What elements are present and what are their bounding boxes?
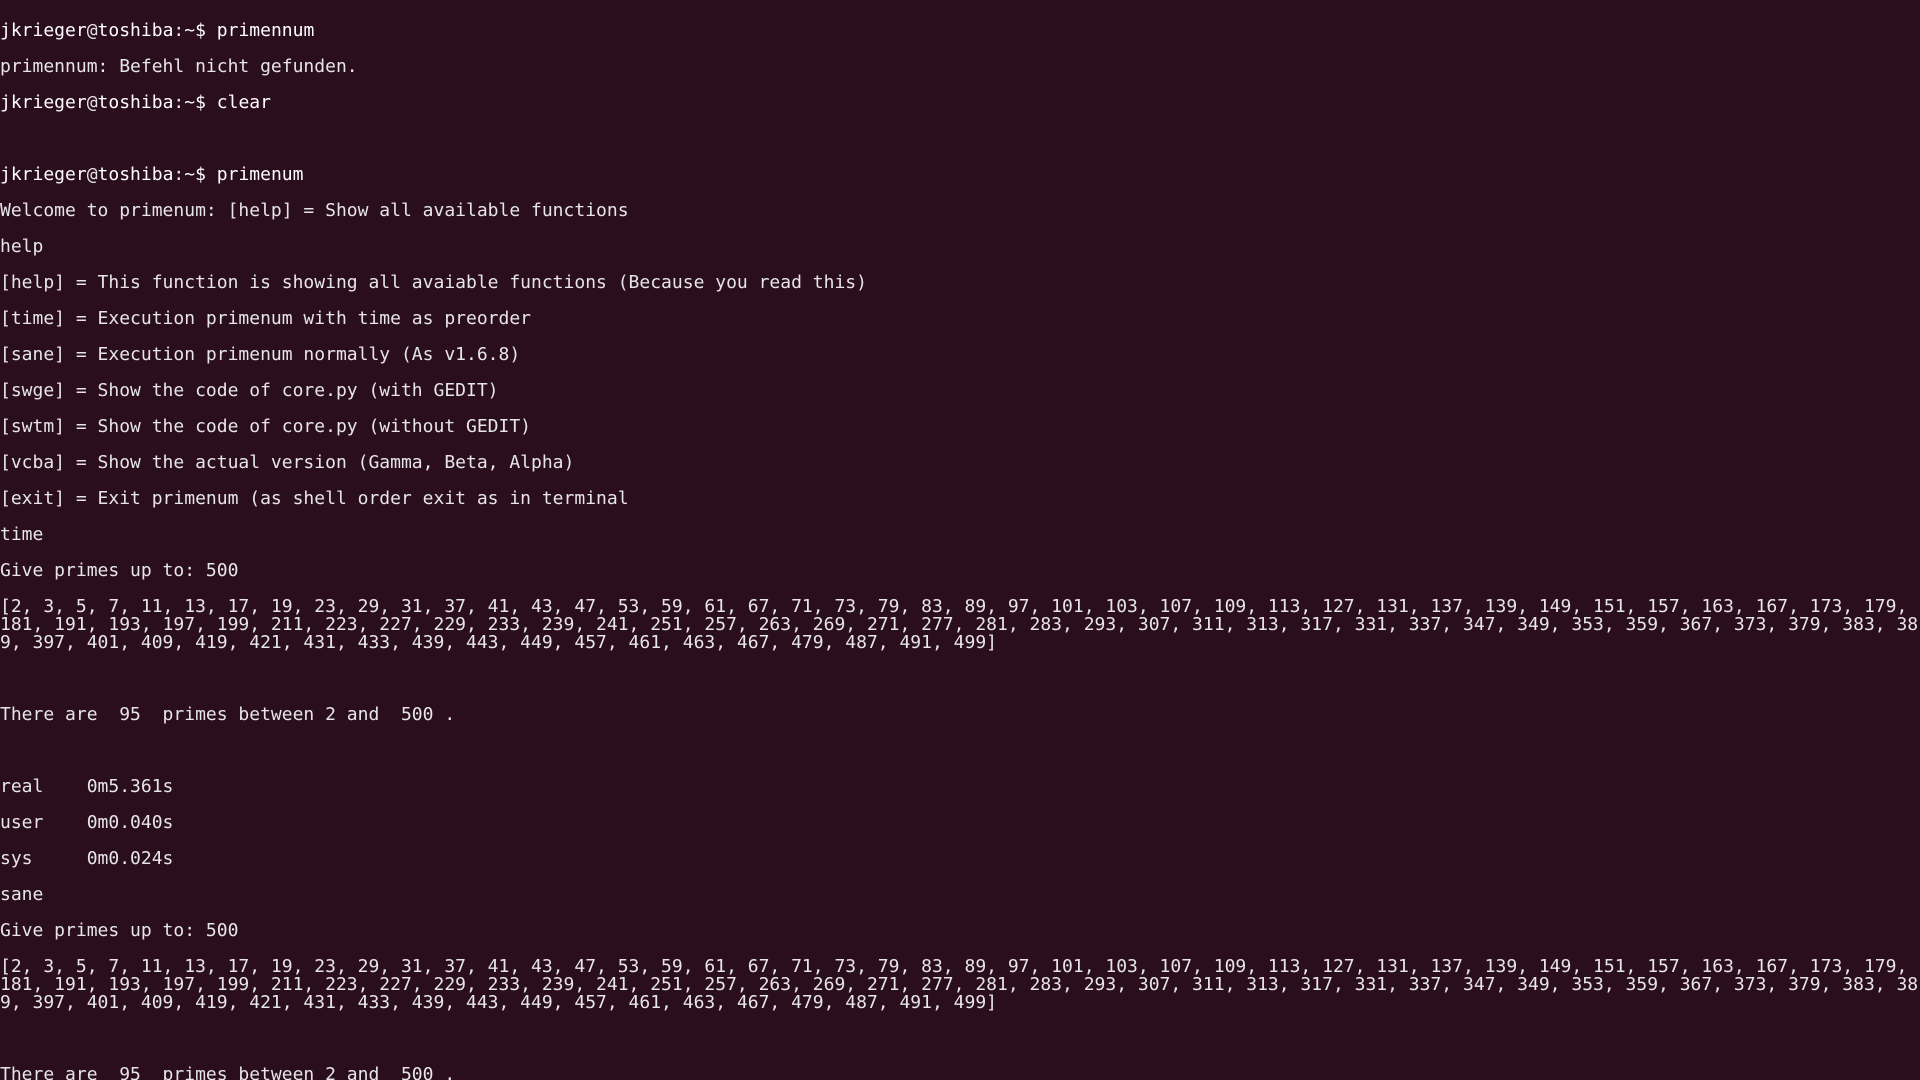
give-primes-prompt-2: Give primes up to: 500 bbox=[0, 922, 1920, 940]
primes-count-2: There are 95 primes between 2 and 500 . bbox=[0, 1066, 1920, 1080]
output-error-1: primennum: Befehl nicht gefunden. bbox=[0, 58, 1920, 76]
help-line-exit: [exit] = Exit primenum (as shell order e… bbox=[0, 490, 1920, 508]
help-line-sane: [sane] = Execution primenum normally (As… bbox=[0, 346, 1920, 364]
prompt-path: ~ bbox=[184, 20, 195, 41]
prompt-user: jkrieger bbox=[0, 20, 87, 41]
blank-line bbox=[0, 1030, 1920, 1048]
typed-command-3: primenum bbox=[217, 164, 304, 185]
timing-user: user 0m0.040s bbox=[0, 814, 1920, 832]
user-input-help: help bbox=[0, 238, 1920, 256]
prompt-line-2: jkrieger@toshiba:~$ clear bbox=[0, 94, 1920, 112]
output-welcome: Welcome to primenum: [help] = Show all a… bbox=[0, 202, 1920, 220]
typed-command-2: clear bbox=[217, 92, 271, 113]
user-input-sane: sane bbox=[0, 886, 1920, 904]
prompt-symbol: $ bbox=[195, 164, 206, 185]
prompt-line-3: jkrieger@toshiba:~$ primenum bbox=[0, 166, 1920, 184]
prompt-host: toshiba bbox=[98, 20, 174, 41]
blank-line bbox=[0, 742, 1920, 760]
prompt-symbol: $ bbox=[195, 92, 206, 113]
timing-sys: sys 0m0.024s bbox=[0, 850, 1920, 868]
help-line-swge: [swge] = Show the code of core.py (with … bbox=[0, 382, 1920, 400]
prompt-path: ~ bbox=[184, 164, 195, 185]
give-primes-prompt-1: Give primes up to: 500 bbox=[0, 562, 1920, 580]
help-line-help: [help] = This function is showing all av… bbox=[0, 274, 1920, 292]
prompt-host: toshiba bbox=[98, 92, 174, 113]
prompt-symbol: $ bbox=[195, 20, 206, 41]
primes-count-1: There are 95 primes between 2 and 500 . bbox=[0, 706, 1920, 724]
typed-command-1: primennum bbox=[217, 20, 315, 41]
help-line-vcba: [vcba] = Show the actual version (Gamma,… bbox=[0, 454, 1920, 472]
prompt-user: jkrieger bbox=[0, 92, 87, 113]
prompt-path: ~ bbox=[184, 92, 195, 113]
prompt-line-1: jkrieger@toshiba:~$ primennum bbox=[0, 22, 1920, 40]
help-line-swtm: [swtm] = Show the code of core.py (witho… bbox=[0, 418, 1920, 436]
user-input-time: time bbox=[0, 526, 1920, 544]
prompt-host: toshiba bbox=[98, 164, 174, 185]
blank-line bbox=[0, 130, 1920, 148]
prompt-user: jkrieger bbox=[0, 164, 87, 185]
timing-real: real 0m5.361s bbox=[0, 778, 1920, 796]
primes-output-2: [2, 3, 5, 7, 11, 13, 17, 19, 23, 29, 31,… bbox=[0, 958, 1920, 1012]
blank-line bbox=[0, 670, 1920, 688]
help-line-time: [time] = Execution primenum with time as… bbox=[0, 310, 1920, 328]
terminal-window[interactable]: jkrieger@toshiba:~$ primennum primennum:… bbox=[0, 0, 1920, 1080]
primes-output-1: [2, 3, 5, 7, 11, 13, 17, 19, 23, 29, 31,… bbox=[0, 598, 1920, 652]
